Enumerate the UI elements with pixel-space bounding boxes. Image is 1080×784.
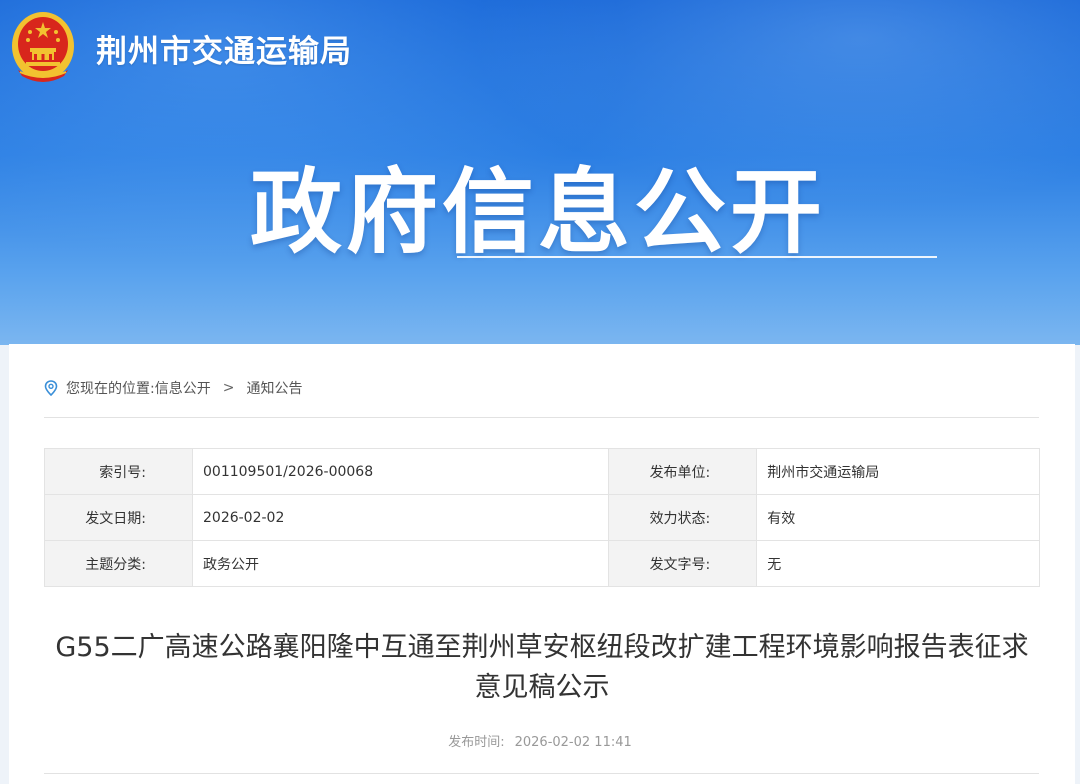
location-pin-icon	[44, 380, 58, 396]
hero-underline	[457, 256, 937, 258]
breadcrumb-separator: >	[222, 380, 235, 396]
meta-label-doc-number: 发文字号:	[608, 540, 758, 587]
meta-label-category: 主题分类:	[44, 540, 193, 587]
hero-title: 政府信息公开	[250, 159, 827, 266]
meta-value-issue-date: 2026-02-02	[191, 494, 610, 541]
meta-value-doc-number: 无	[756, 540, 1040, 587]
meta-label-issue-date: 发文日期:	[44, 494, 193, 541]
meta-value-publisher: 荆州市交通运输局	[756, 448, 1040, 495]
meta-label-index: 索引号:	[44, 448, 193, 495]
document-meta-table: 索引号: 001109501/2026-00068 发布单位: 荆州市交通运输局…	[44, 448, 1040, 587]
publish-label: 发布时间:	[448, 735, 505, 750]
header-banner: 荆州市交通运输局 政府信息公开	[0, 0, 1080, 345]
article-title: G55二广高速公路襄阳隆中互通至荆州草安枢纽段改扩建工程环境影响报告表征求意见稿…	[55, 632, 1029, 703]
meta-value-validity: 有效	[756, 494, 1040, 541]
breadcrumb-link-notices[interactable]: 通知公告	[246, 378, 302, 398]
publish-time: 2026-02-02 11:41	[514, 735, 632, 750]
table-row: 索引号: 001109501/2026-00068 发布单位: 荆州市交通运输局	[44, 448, 1040, 495]
article-divider	[44, 773, 1039, 774]
national-emblem-icon	[12, 12, 74, 82]
breadcrumb: 您现在的位置: 信息公开 > 通知公告	[44, 378, 302, 398]
breadcrumb-divider	[44, 417, 1039, 418]
meta-value-index: 001109501/2026-00068	[191, 448, 610, 495]
meta-value-category: 政务公开	[191, 540, 610, 587]
publish-info: 发布时间: 2026-02-02 11:41	[0, 731, 1080, 750]
breadcrumb-link-info-disclosure[interactable]: 信息公开	[155, 378, 211, 398]
site-name[interactable]: 荆州市交通运输局	[96, 26, 352, 71]
table-row: 发文日期: 2026-02-02 效力状态: 有效	[44, 494, 1040, 541]
breadcrumb-prefix: 您现在的位置:	[66, 381, 155, 397]
table-row: 主题分类: 政务公开 发文字号: 无	[44, 540, 1040, 587]
meta-label-publisher: 发布单位:	[608, 448, 758, 495]
meta-label-validity: 效力状态:	[608, 494, 758, 541]
